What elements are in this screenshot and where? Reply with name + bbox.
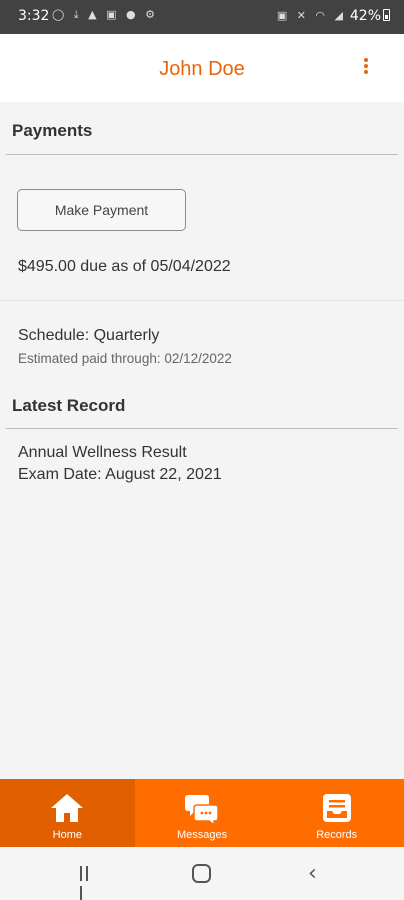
paid-through-text: Estimated paid through: 02/12/2022 — [18, 351, 232, 366]
home-icon — [51, 794, 84, 822]
nav-home-label: Home — [52, 829, 82, 841]
nav-messages[interactable]: Messages — [135, 779, 270, 847]
nav-records-label: Records — [316, 829, 358, 841]
make-payment-button[interactable]: Make Payment — [17, 189, 186, 231]
app-header: John Doe — [0, 34, 404, 102]
nav-records[interactable]: Records — [269, 779, 404, 847]
records-icon — [322, 794, 351, 822]
more-vert-icon[interactable] — [362, 58, 370, 78]
recent-apps-icon[interactable] — [80, 866, 97, 900]
messages-icon — [185, 795, 219, 826]
notification-icons: ◯ ⤓ ▲ ▣ ● ⚙ — [52, 8, 158, 21]
battery-percent: 42% — [349, 8, 381, 24]
home-button-icon[interactable] — [192, 864, 211, 883]
nav-messages-label: Messages — [176, 829, 228, 841]
page-title: John Doe — [159, 58, 245, 80]
divider — [6, 154, 398, 155]
back-icon[interactable]: ‹ — [308, 861, 317, 886]
nav-home[interactable]: Home — [0, 779, 135, 847]
system-nav-bar: ‹ — [0, 847, 404, 900]
record-exam-date: Exam Date: August 22, 2021 — [18, 466, 222, 483]
payments-section-title: Payments — [12, 121, 93, 140]
amount-due-text: $495.00 due as of 05/04/2022 — [18, 258, 231, 275]
battery-indicator: 42% — [350, 8, 390, 24]
bottom-nav: Home Messages Records — [0, 779, 404, 847]
battery-icon — [383, 9, 390, 21]
status-bar: 3:32 ◯ ⤓ ▲ ▣ ● ⚙ ▣ ✕ ◠ ◢ 42% — [0, 0, 404, 34]
divider — [0, 300, 404, 301]
divider — [6, 428, 398, 429]
system-status-icons: ▣ ✕ ◠ ◢ — [276, 9, 346, 22]
latest-record-section-title: Latest Record — [12, 396, 126, 415]
schedule-text: Schedule: Quarterly — [18, 327, 160, 344]
status-time: 3:32 — [18, 8, 50, 24]
record-title: Annual Wellness Result — [18, 444, 187, 461]
